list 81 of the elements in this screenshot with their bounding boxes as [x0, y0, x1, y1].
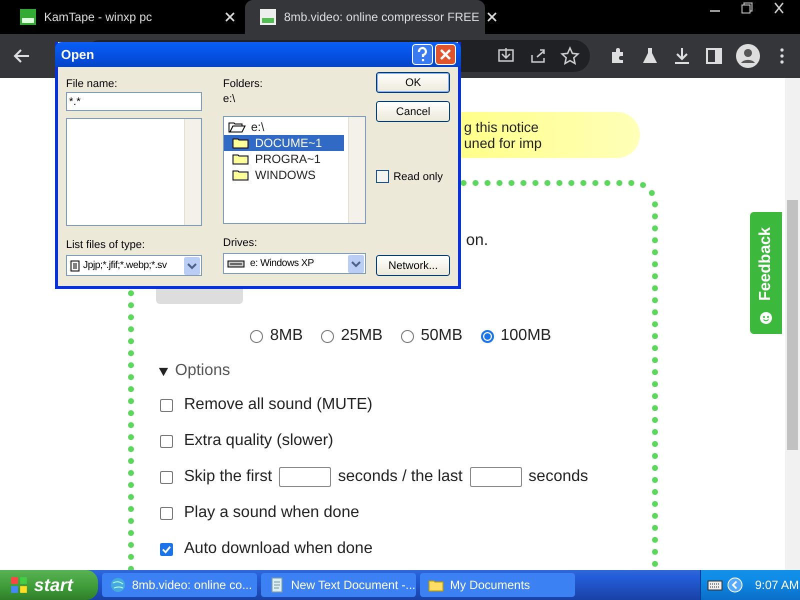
folder-item[interactable]: WINDOWS [224, 167, 344, 183]
browser-tab[interactable]: KamTape - winxp pc [0, 0, 245, 34]
checkbox[interactable] [160, 434, 173, 448]
folders-label: Folders: [223, 78, 264, 90]
seconds-field[interactable] [279, 467, 332, 487]
tab-title: 8mb.video: online compressor FREE [284, 10, 480, 24]
favicon-icon [20, 9, 36, 25]
scrollbar-thumb[interactable] [787, 200, 798, 450]
taskbar-item[interactable]: 8mb.video: online co... [102, 573, 257, 597]
taskbar-item[interactable]: New Text Document -... [261, 573, 416, 597]
globe-icon [110, 577, 126, 593]
radio-button[interactable] [320, 330, 334, 342]
checkbox[interactable] [160, 470, 173, 484]
file-list[interactable] [66, 118, 202, 226]
scrollbar[interactable] [785, 78, 800, 570]
close-icon[interactable] [487, 12, 498, 22]
drives-label: Drives: [223, 237, 258, 249]
file-name-label: File name: [66, 78, 118, 90]
checkbox[interactable] [160, 506, 173, 520]
size-label: 50MB [420, 327, 462, 345]
folder-list[interactable]: e:\ DOCUME~1 PROGRA~1 WINDOWS [223, 116, 366, 224]
options-label[interactable]: Options [175, 362, 230, 380]
folder-item[interactable]: e:\ [224, 119, 344, 135]
help-icon[interactable] [412, 44, 433, 65]
option-label: Play a sound when done [184, 504, 360, 522]
notice-text: uned for imp [464, 135, 542, 151]
option-label: seconds [528, 468, 588, 486]
cancel-button[interactable]: Cancel [376, 101, 450, 122]
avatar-icon[interactable] [736, 44, 760, 68]
option-label: Extra quality (slower) [184, 432, 334, 450]
sidebar-icon[interactable] [704, 46, 724, 66]
close-icon[interactable] [225, 12, 235, 22]
file-type-label: List files of type: [66, 239, 146, 251]
scrollbar[interactable] [184, 119, 201, 225]
drive-value: e: Windows XP [250, 258, 315, 269]
intro-text: on. [466, 232, 488, 250]
folder-item[interactable]: PROGRA~1 [224, 151, 344, 167]
folder-icon [232, 169, 250, 181]
size-label: 100MB [500, 327, 552, 345]
chevron-icon[interactable] [727, 577, 743, 593]
notepad-icon [269, 577, 285, 593]
dialog-title: Open [61, 47, 96, 62]
drives-dropdown[interactable]: e: Windows XP [223, 253, 366, 274]
drive-icon [227, 258, 245, 268]
option-label: seconds / the last [338, 468, 463, 486]
scrollbar[interactable] [348, 117, 366, 223]
folder-item[interactable]: DOCUME~1 [224, 135, 344, 151]
file-type-value: Jpjp;*.jfif;*.webp;*.sv [83, 260, 168, 271]
size-label: 25MB [340, 327, 383, 345]
option-label: Skip the first [184, 468, 272, 486]
file-name-field[interactable]: *.* [66, 92, 202, 111]
checkbox[interactable] [376, 170, 390, 183]
file-type-icon [70, 260, 80, 272]
current-path: e:\ [223, 93, 236, 107]
star-icon[interactable] [560, 46, 580, 66]
network-button[interactable]: Network... [376, 255, 450, 276]
checkbox[interactable] [160, 542, 173, 556]
favicon-icon [260, 9, 276, 25]
size-label: 8MB [270, 327, 303, 345]
open-folder-icon [228, 121, 246, 133]
radio-button[interactable] [480, 330, 494, 342]
download-icon[interactable] [672, 46, 692, 66]
folder-icon [232, 137, 250, 149]
smiley-icon [760, 312, 772, 324]
radio-button[interactable] [400, 330, 414, 342]
seconds-field[interactable] [470, 467, 522, 487]
folder-icon [232, 153, 250, 165]
checkbox[interactable] [160, 398, 173, 412]
taskbar-item[interactable]: My Documents [420, 573, 575, 597]
option-label: Auto download when done [184, 540, 373, 558]
clock-text: 9:07 AM [755, 578, 800, 592]
file-type-dropdown[interactable]: Jpjp;*.jfif;*.webp;*.sv [66, 255, 202, 276]
option-label: Remove all sound (MUTE) [184, 396, 372, 414]
disclosure-triangle-icon[interactable] [158, 366, 169, 376]
ok-button[interactable]: OK [376, 72, 450, 93]
tab-title: KamTape - winxp pc [44, 10, 154, 24]
read-only-label: Read only [393, 170, 443, 182]
flask-icon[interactable] [640, 46, 660, 66]
notice-text: g this notice [464, 119, 539, 135]
radio-button[interactable] [250, 330, 263, 342]
windows-logo-icon [10, 576, 28, 594]
